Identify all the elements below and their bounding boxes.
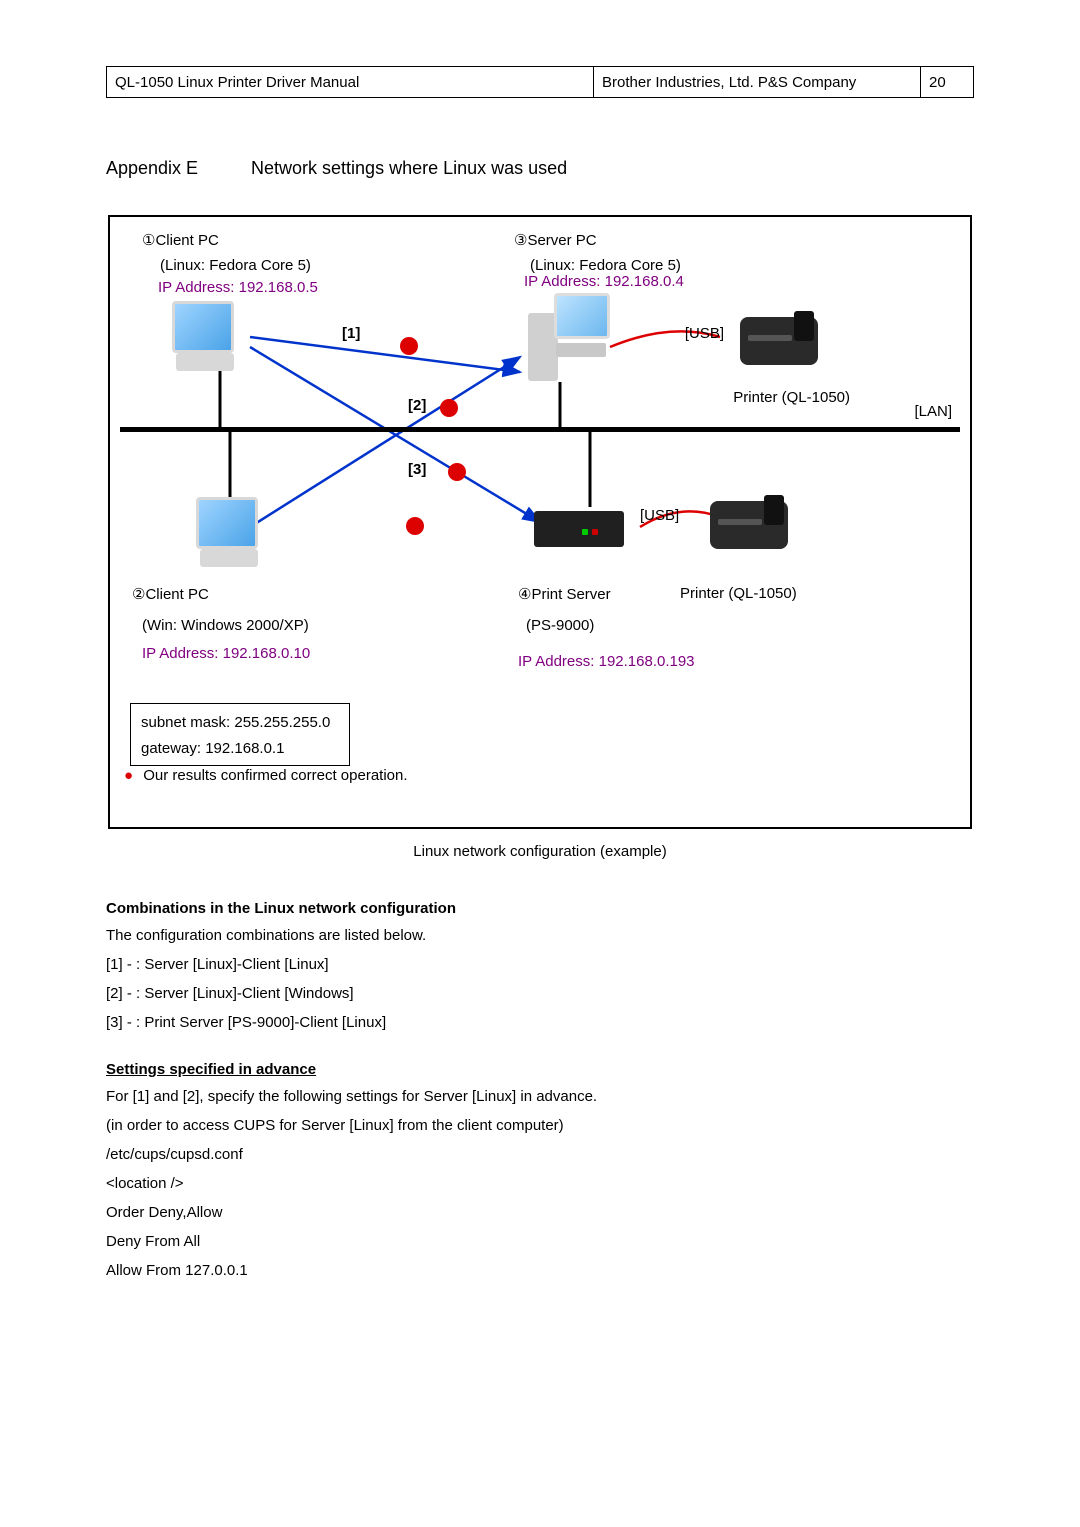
client1-os: (Linux: Fedora Core 5) (160, 257, 311, 274)
usb-label-2: [USB] (640, 507, 679, 524)
settings-l2: (in order to access CUPS for Server [Lin… (106, 1117, 974, 1134)
network-diagram: [LAN] ①Client PC (Linux: Fedora Core 5) … (108, 215, 972, 829)
settings-l5: Order Deny,Allow (106, 1204, 974, 1221)
settings-l6: Deny From All (106, 1233, 974, 1250)
gateway: gateway: 192.168.0.1 (141, 736, 339, 762)
server-num: ③ (514, 232, 527, 249)
red-dot-icon (400, 337, 418, 355)
server-ip: IP Address: 192.168.0.4 (524, 273, 684, 290)
server-name: Server PC (527, 232, 596, 249)
settings-l7: Allow From 127.0.0.1 (106, 1262, 974, 1279)
combo-row-1: [1] - : Server [Linux]-Client [Linux] (106, 956, 974, 973)
client2-label: ②Client PC (132, 585, 209, 603)
server-icon (528, 293, 608, 383)
combo-row-2: [2] - : Server [Linux]-Client [Windows] (106, 985, 974, 1002)
client1-num: ① (142, 232, 155, 249)
lan-label: [LAN] (914, 403, 952, 420)
print-server-icon (534, 507, 624, 551)
pc-icon (194, 497, 264, 565)
combos-intro: The configuration combinations are liste… (106, 927, 974, 944)
confirm-text: Our results confirmed correct operation. (143, 767, 407, 784)
pserver-name: Print Server (531, 586, 610, 603)
subnet-box: subnet mask: 255.255.255.0 gateway: 192.… (130, 703, 350, 766)
settings-title: Settings specified in advance (106, 1061, 974, 1078)
printer2-label: Printer (QL-1050) (680, 585, 797, 602)
settings-l4: <location /> (106, 1175, 974, 1192)
printer-icon (710, 495, 788, 553)
pc-icon (170, 301, 240, 369)
confirm-line: ● Our results confirmed correct operatio… (124, 767, 408, 784)
client2-num: ② (132, 586, 145, 603)
server-label: ③Server PC (514, 231, 597, 249)
pserver-ip: IP Address: 192.168.0.193 (518, 653, 695, 670)
combo-row-3: [3] - : Print Server [PS-9000]-Client [L… (106, 1014, 974, 1031)
settings-l3: /etc/cups/cupsd.conf (106, 1146, 974, 1163)
client1-label: ①Client PC (142, 231, 219, 249)
tag1: [1] (342, 325, 360, 342)
tag2: [2] (408, 397, 426, 414)
usb-label-1: [USB] (685, 325, 724, 342)
client2-ip: IP Address: 192.168.0.10 (142, 645, 310, 662)
pserver-num: ④ (518, 586, 531, 603)
doc-title: QL-1050 Linux Printer Driver Manual (107, 67, 594, 97)
pserver-model: (PS-9000) (526, 617, 594, 634)
client2-os: (Win: Windows 2000/XP) (142, 617, 309, 634)
section-title: Appendix E Network settings where Linux … (106, 158, 974, 179)
page-number: 20 (921, 67, 973, 97)
printer-icon (740, 311, 818, 369)
lan-bar (120, 427, 960, 432)
client2-name: Client PC (145, 586, 208, 603)
bullet-icon: ● (124, 767, 133, 784)
client1-ip: IP Address: 192.168.0.5 (158, 279, 318, 296)
red-dot-icon (448, 463, 466, 481)
red-dot-icon (406, 517, 424, 535)
pserver-label: ④Print Server (518, 585, 611, 603)
combos-title: Combinations in the Linux network config… (106, 900, 974, 917)
appendix-text: Network settings where Linux was used (251, 158, 567, 178)
page-header: QL-1050 Linux Printer Driver Manual Brot… (106, 66, 974, 98)
subnet-mask: subnet mask: 255.255.255.0 (141, 710, 339, 736)
tag3: [3] (408, 461, 426, 478)
red-dot-icon (440, 399, 458, 417)
client1-name: Client PC (155, 232, 218, 249)
settings-l1: For [1] and [2], specify the following s… (106, 1088, 974, 1105)
server-os: (Linux: Fedora Core 5) (530, 257, 681, 274)
company: Brother Industries, Ltd. P&S Company (594, 67, 921, 97)
diagram-caption: Linux network configuration (example) (106, 843, 974, 860)
appendix-label: Appendix E (106, 158, 246, 179)
printer1-label: Printer (QL-1050) (733, 389, 850, 406)
